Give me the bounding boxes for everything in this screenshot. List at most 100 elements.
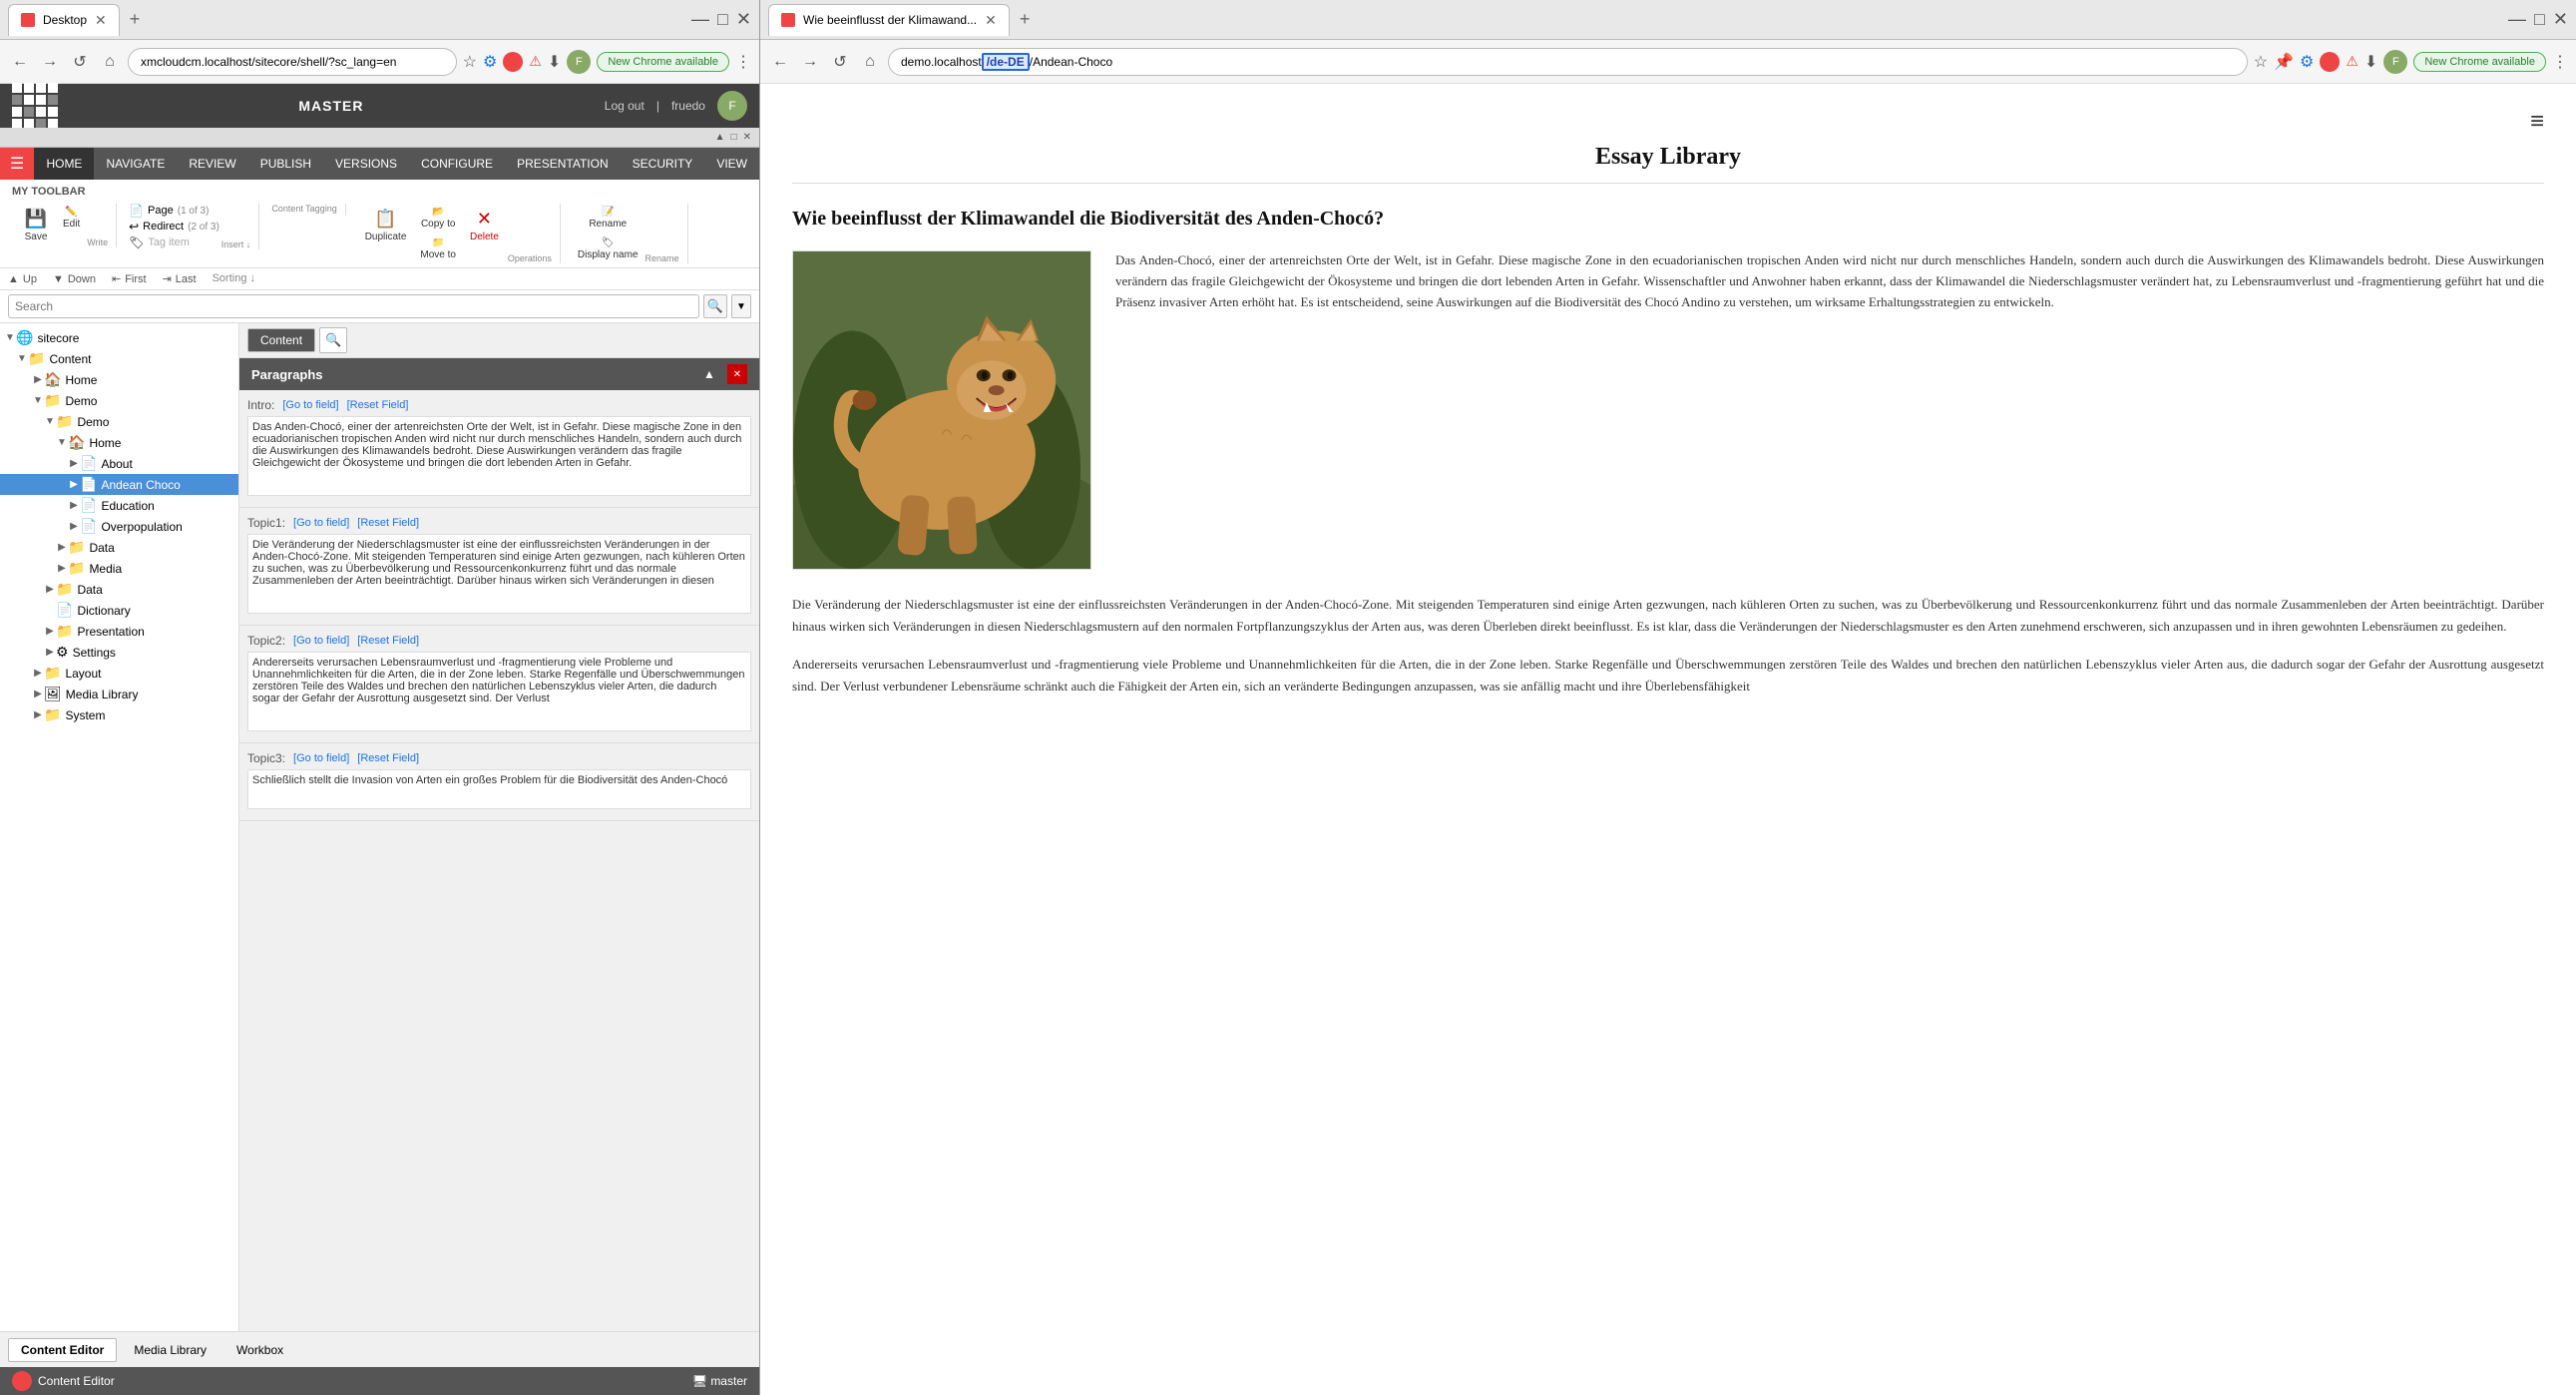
page-label[interactable]: Page <box>148 205 174 217</box>
tree-item-about[interactable]: ▶ 📄 About <box>0 453 238 474</box>
topic1-textarea[interactable]: Die Veränderung der Niederschlagsmuster … <box>247 534 751 614</box>
down-button[interactable]: ▼ Down <box>53 272 96 285</box>
tree-item-sitecore[interactable]: ▼ 🌐 sitecore <box>0 327 238 348</box>
topic2-textarea[interactable]: Andererseits verursachen Lebensraumverlu… <box>247 652 751 731</box>
right-extensions-icon[interactable]: ⚙ <box>2300 52 2314 72</box>
tree-toggle-data2[interactable]: ▶ <box>44 584 56 595</box>
tree-toggle-system[interactable]: ▶ <box>32 709 44 720</box>
right-address-bar[interactable]: demo.localhost/de-DE/Andean-Choco <box>888 48 2248 76</box>
topic2-reset-field-link[interactable]: [Reset Field] <box>357 635 419 647</box>
menu-item-view[interactable]: VIEW <box>704 148 759 180</box>
topic3-go-to-field-link[interactable]: [Go to field] <box>293 752 349 764</box>
right-restore-button[interactable]: □ <box>2534 9 2545 30</box>
right-tab-close-button[interactable]: ✕ <box>985 12 997 29</box>
right-menu-dots-icon[interactable]: ⋮ <box>2552 52 2568 72</box>
tree-toggle-media-library[interactable]: ▶ <box>32 689 44 699</box>
intro-textarea[interactable]: Das Anden-Chocó, einer der artenreichste… <box>247 416 751 496</box>
topic1-reset-field-link[interactable]: [Reset Field] <box>357 517 419 529</box>
menu-item-versions[interactable]: VERSIONS <box>323 148 409 180</box>
tree-item-data2[interactable]: ▶ 📁 Data <box>0 579 238 600</box>
tree-item-demo-parent[interactable]: ▼ 📁 Demo <box>0 390 238 411</box>
intro-go-to-field-link[interactable]: [Go to field] <box>282 399 338 411</box>
tree-item-andean-choco[interactable]: ▶ 📄 Andean Choco <box>0 474 238 495</box>
restore-button[interactable]: □ <box>717 9 728 30</box>
tree-item-home-demo[interactable]: ▼ 🏠 Home <box>0 432 238 453</box>
tree-item-dictionary[interactable]: ▶ 📄 Dictionary <box>0 600 238 621</box>
tree-toggle-about[interactable]: ▶ <box>68 458 80 469</box>
right-pin-icon[interactable]: 📌 <box>2274 52 2294 72</box>
right-new-tab-button[interactable]: + <box>1014 9 1037 30</box>
forward-button[interactable]: → <box>38 50 62 74</box>
right-browser-tab[interactable]: Wie beeinflusst der Klimawand... ✕ <box>768 4 1010 36</box>
right-new-chrome-button[interactable]: New Chrome available <box>2413 52 2546 72</box>
tree-item-demo-child[interactable]: ▼ 📁 Demo <box>0 411 238 432</box>
right-minimize-button[interactable]: — <box>2508 9 2526 30</box>
tree-item-home-top[interactable]: ▶ 🏠 Home <box>0 369 238 390</box>
bottom-tab-media-library[interactable]: Media Library <box>121 1338 219 1362</box>
menu-dots-icon[interactable]: ⋮ <box>735 52 751 72</box>
tree-toggle-presentation[interactable]: ▶ <box>44 626 56 637</box>
right-security-warning-icon[interactable]: ⚠ <box>2346 53 2359 70</box>
tree-toggle-home-demo[interactable]: ▼ <box>56 437 68 448</box>
topic2-go-to-field-link[interactable]: [Go to field] <box>293 635 349 647</box>
home-button[interactable]: ⌂ <box>98 50 122 74</box>
tree-toggle-content[interactable]: ▼ <box>16 353 28 364</box>
bottom-tab-content-editor[interactable]: Content Editor <box>8 1338 117 1362</box>
panel-close-button[interactable]: ✕ <box>727 364 747 384</box>
menu-item-publish[interactable]: PUBLISH <box>248 148 323 180</box>
edit-button[interactable]: ✏️ Edit <box>58 204 85 232</box>
user-profile-icon[interactable]: F <box>567 50 591 74</box>
tree-toggle-layout[interactable]: ▶ <box>32 668 44 679</box>
tree-toggle-settings[interactable]: ▶ <box>44 647 56 658</box>
tree-toggle-home-top[interactable]: ▶ <box>32 374 44 385</box>
tree-toggle-demo-parent[interactable]: ▼ <box>32 395 44 406</box>
topic1-go-to-field-link[interactable]: [Go to field] <box>293 517 349 529</box>
tree-item-settings[interactable]: ▶ ⚙ Settings <box>0 642 238 663</box>
right-home-button[interactable]: ⌂ <box>858 50 882 74</box>
tree-toggle-education[interactable]: ▶ <box>68 500 80 511</box>
rename-button[interactable]: 📝 Rename <box>573 204 644 232</box>
right-back-button[interactable]: ← <box>768 50 792 74</box>
delete-button[interactable]: ✕ Delete <box>463 204 506 247</box>
tree-toggle-andean-choco[interactable]: ▶ <box>68 479 80 490</box>
move-to-button[interactable]: 📁 Move to <box>415 234 461 263</box>
right-refresh-button[interactable]: ↺ <box>828 50 852 74</box>
topic3-textarea[interactable]: Schließlich stellt die Invasion von Arte… <box>247 769 751 809</box>
last-button[interactable]: ⇥ Last <box>163 272 197 285</box>
tree-item-content[interactable]: ▼ 📁 Content <box>0 348 238 369</box>
panel-collapse-button[interactable]: ▲ <box>699 364 719 384</box>
right-close-button[interactable]: ✕ <box>2553 9 2568 30</box>
content-search-button[interactable]: 🔍 <box>319 327 347 353</box>
menu-item-review[interactable]: REVIEW <box>177 148 247 180</box>
tree-toggle-overpopulation[interactable]: ▶ <box>68 521 80 532</box>
desktop-tab[interactable]: Desktop ✕ <box>8 4 120 36</box>
close-window-icon[interactable]: ✕ <box>743 132 751 143</box>
logout-link[interactable]: Log out <box>605 99 644 113</box>
menu-item-security[interactable]: SECURITY <box>621 148 705 180</box>
refresh-button[interactable]: ↺ <box>68 50 92 74</box>
right-forward-button[interactable]: → <box>798 50 822 74</box>
content-tab[interactable]: Content <box>247 328 315 352</box>
right-user-profile-icon[interactable]: F <box>2383 50 2407 74</box>
extensions-icon[interactable]: ⚙ <box>483 52 497 72</box>
tree-item-media[interactable]: ▶ 📁 Media <box>0 558 238 579</box>
restore-window-icon[interactable]: □ <box>731 132 737 143</box>
tree-item-layout[interactable]: ▶ 📁 Layout <box>0 663 238 684</box>
download-icon[interactable]: ⬇ <box>548 52 561 72</box>
tree-item-presentation[interactable]: ▶ 📁 Presentation <box>0 621 238 642</box>
right-star-icon[interactable]: ☆ <box>2254 52 2268 72</box>
up-button[interactable]: ▲ Up <box>8 272 37 285</box>
display-name-button[interactable]: 🏷 Display name <box>573 234 644 263</box>
minimize-button[interactable]: — <box>691 9 709 30</box>
menu-toggle-button[interactable]: ☰ <box>0 148 34 180</box>
right-download-icon[interactable]: ⬇ <box>2364 52 2377 72</box>
close-button[interactable]: ✕ <box>736 9 751 30</box>
duplicate-button[interactable]: 📋 Duplicate <box>358 204 414 247</box>
hamburger-menu-icon[interactable]: ≡ <box>2530 108 2544 136</box>
tree-item-education[interactable]: ▶ 📄 Education <box>0 495 238 516</box>
tree-item-overpopulation[interactable]: ▶ 📄 Overpopulation <box>0 516 238 537</box>
redirect-label[interactable]: Redirect <box>143 221 184 232</box>
tab-close-button[interactable]: ✕ <box>95 12 107 29</box>
new-tab-button[interactable]: + <box>124 9 147 30</box>
copy-to-button[interactable]: 📂 Copy to <box>415 204 461 232</box>
